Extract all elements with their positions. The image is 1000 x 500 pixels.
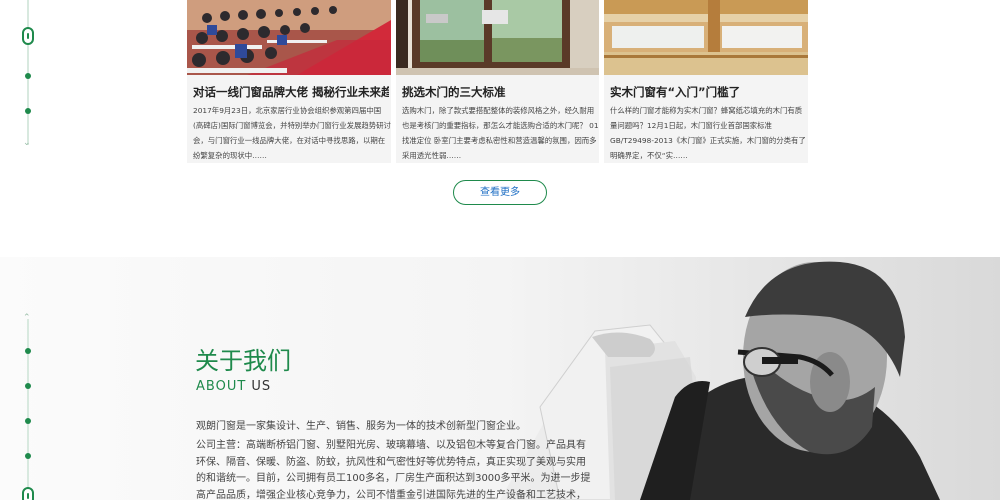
- about-sub-en-dark: US: [251, 379, 272, 394]
- view-more-button[interactable]: 查看更多: [453, 180, 547, 205]
- side-scroll-rail: [27, 319, 29, 500]
- news-card-title[interactable]: 挑选木门的三大标准: [402, 84, 598, 100]
- chevron-down-icon: ⌄: [23, 138, 31, 148]
- news-card-image: [396, 0, 599, 75]
- page: { "news": [ { "title": "对话一线门窗品牌大佬 揭秘行业未…: [0, 0, 1000, 500]
- news-card[interactable]: 对话一线门窗品牌大佬 揭秘行业未来趋势 2017年9月23日，北京家居行业协会组…: [187, 0, 391, 163]
- rail-dot[interactable]: [25, 453, 31, 459]
- rail-dot[interactable]: [25, 383, 31, 389]
- scroll-handle[interactable]: [22, 27, 34, 45]
- about-section: ⌃ 关于我们 ABOUT US 观朗门窗是一家集设计、生产、销售、服务为一体的技…: [0, 257, 1000, 500]
- news-card-desc: 什么样的门窗才能称为实木门窗？蜂窝纸芯填充的木门有质量问题吗？12月1日起，木门…: [610, 106, 806, 160]
- news-card-desc: 2017年9月23日，北京家居行业协会组织参观第四届中国(高碑店)国际门窗博览会…: [193, 106, 391, 160]
- about-intro: 观朗门窗是一家集设计、生产、销售、服务为一体的技术创新型门窗企业。: [196, 421, 526, 432]
- rail-dot[interactable]: [25, 108, 31, 114]
- news-card[interactable]: 挑选木门的三大标准 选购木门，除了款式要搭配整体的装修风格之外，经久耐用也是考核…: [396, 0, 599, 163]
- news-card-image: [604, 0, 808, 75]
- rail-dot[interactable]: [25, 348, 31, 354]
- rail-dot[interactable]: [25, 73, 31, 79]
- news-card-title[interactable]: 实木门窗有“入门”门槛了: [610, 84, 806, 100]
- rail-dot[interactable]: [25, 418, 31, 424]
- chevron-up-icon: ⌃: [23, 313, 31, 323]
- news-card-desc: 选购木门，除了款式要搭配整体的装修风格之外，经久耐用也是考核门的重要指标，那怎么…: [402, 106, 599, 160]
- about-subtitle: ABOUT US: [196, 379, 271, 394]
- scroll-handle[interactable]: [22, 487, 34, 500]
- news-card[interactable]: 实木门窗有“入门”门槛了 什么样的门窗才能称为实木门窗？蜂窝纸芯填充的木门有质量…: [604, 0, 808, 163]
- about-detail: 公司主营：高端断桥铝门窗、别墅阳光房、玻璃幕墙、以及铝包木等复合门窗。产品具有环…: [196, 440, 591, 500]
- news-card-image: [187, 0, 391, 75]
- news-card-title[interactable]: 对话一线门窗品牌大佬 揭秘行业未来趋势: [193, 84, 389, 100]
- about-title: 关于我们: [195, 347, 291, 375]
- about-sub-en-green: ABOUT: [196, 379, 247, 394]
